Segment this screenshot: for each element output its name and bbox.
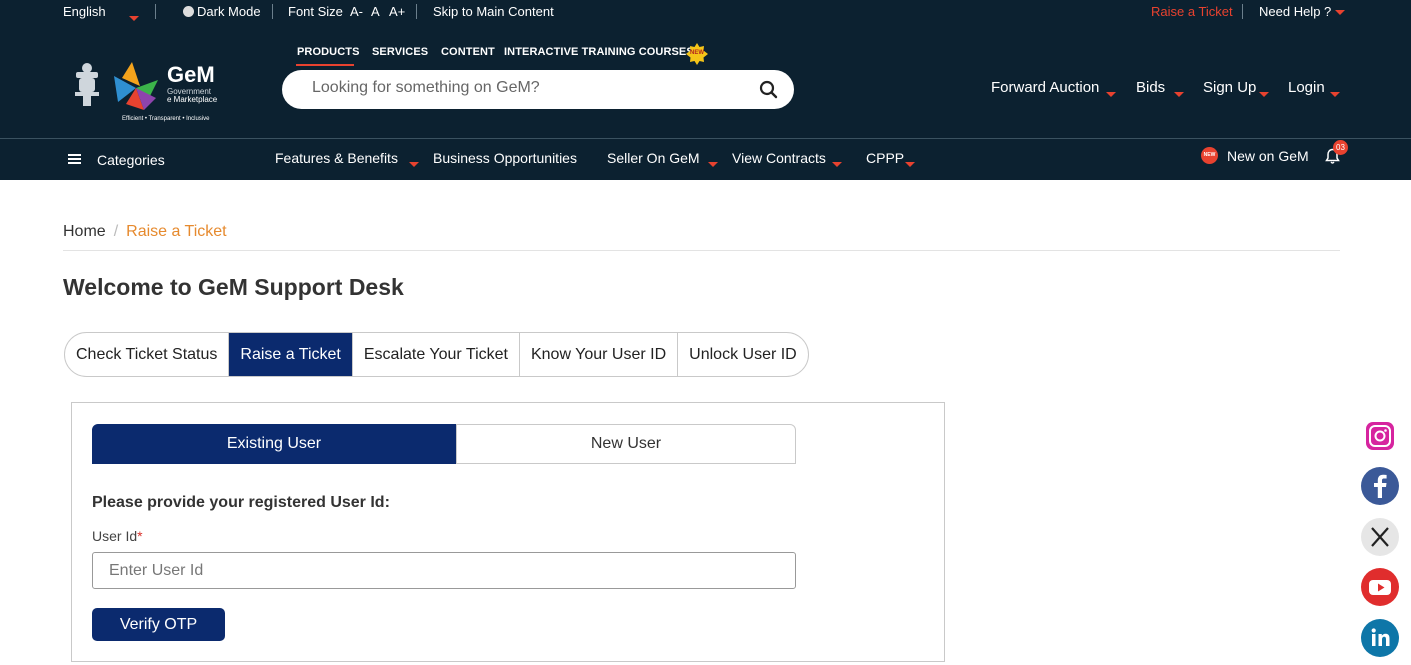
need-help-label: Need Help ? bbox=[1259, 4, 1332, 19]
user-type-tabs: Existing User New User bbox=[92, 424, 796, 464]
new-on-gem-link[interactable]: New on GeM bbox=[1227, 148, 1309, 164]
need-help-menu[interactable]: Need Help ? bbox=[1259, 4, 1345, 19]
page-title: Welcome to GeM Support Desk bbox=[63, 274, 404, 300]
new-label: NEW bbox=[690, 50, 704, 56]
form-prompt: Please provide your registered User Id: bbox=[92, 494, 390, 511]
chevron-down-icon bbox=[1330, 85, 1340, 102]
login-menu[interactable]: Login bbox=[1288, 79, 1325, 96]
tab-raise-ticket[interactable]: Raise a Ticket bbox=[229, 333, 353, 376]
nav-view-contracts[interactable]: View Contracts bbox=[732, 150, 826, 166]
raise-ticket-panel: Existing User New User Please provide yo… bbox=[71, 402, 945, 662]
nav-seller-on-gem[interactable]: Seller On GeM bbox=[607, 150, 700, 166]
bids-menu[interactable]: Bids bbox=[1136, 79, 1165, 96]
tab-new-user[interactable]: New User bbox=[456, 424, 796, 464]
font-increase-button[interactable]: A+ bbox=[389, 4, 405, 19]
chevron-down-icon bbox=[1174, 85, 1184, 102]
tab-content[interactable]: CONTENT bbox=[441, 46, 495, 58]
tab-training-courses[interactable]: INTERACTIVE TRAINING COURSES bbox=[504, 46, 694, 58]
divider bbox=[155, 4, 156, 19]
sign-up-label: Sign Up bbox=[1203, 79, 1257, 96]
dark-mode-label: Dark Mode bbox=[197, 4, 261, 19]
tab-services[interactable]: SERVICES bbox=[372, 46, 428, 58]
notification-count-badge: 03 bbox=[1333, 140, 1348, 155]
font-size-label: Font Size bbox=[288, 4, 343, 19]
support-tabs: Check Ticket Status Raise a Ticket Escal… bbox=[64, 332, 809, 377]
breadcrumb: Home / Raise a Ticket bbox=[63, 223, 227, 241]
forward-auction-label: Forward Auction bbox=[991, 79, 1100, 96]
divider bbox=[416, 4, 417, 19]
breadcrumb-separator: / bbox=[113, 223, 119, 240]
login-label: Login bbox=[1288, 79, 1325, 96]
chevron-down-icon bbox=[1334, 10, 1345, 16]
forward-auction-menu[interactable]: Forward Auction bbox=[991, 79, 1099, 96]
toggle-dot-icon bbox=[183, 6, 194, 17]
gem-logo[interactable]: GeM Government e Marketplace Efficient •… bbox=[70, 58, 230, 126]
tab-existing-user[interactable]: Existing User bbox=[92, 424, 456, 464]
tab-check-ticket-status[interactable]: Check Ticket Status bbox=[65, 333, 230, 376]
site-header: English Dark Mode Font Size A- A A+ Skip… bbox=[0, 0, 1411, 180]
dark-mode-toggle[interactable]: Dark Mode bbox=[183, 4, 261, 19]
raise-ticket-link[interactable]: Raise a Ticket bbox=[1151, 4, 1233, 19]
language-label: English bbox=[63, 4, 106, 19]
chevron-down-icon bbox=[1106, 85, 1116, 102]
language-selector[interactable]: English bbox=[63, 4, 106, 19]
tab-unlock-user-id[interactable]: Unlock User ID bbox=[678, 333, 808, 376]
logo-name: GeM bbox=[167, 62, 215, 87]
sign-up-menu[interactable]: Sign Up bbox=[1203, 79, 1256, 96]
font-normal-button[interactable]: A bbox=[371, 4, 380, 19]
logo-line2: e Marketplace bbox=[167, 95, 218, 104]
logo-tagline: Efficient • Transparent • Inclusive bbox=[122, 116, 210, 122]
required-marker: * bbox=[137, 528, 143, 544]
user-id-label-text: User Id bbox=[92, 528, 138, 544]
user-id-label: User Id* bbox=[92, 528, 143, 544]
chevron-down-icon bbox=[409, 155, 419, 171]
facebook-icon[interactable] bbox=[1361, 467, 1399, 505]
user-id-input[interactable] bbox=[92, 552, 796, 589]
nav-features-benefits[interactable]: Features & Benefits bbox=[275, 150, 398, 166]
font-decrease-button[interactable]: A- bbox=[350, 4, 363, 19]
tab-know-user-id[interactable]: Know Your User ID bbox=[520, 333, 679, 376]
tab-products[interactable]: PRODUCTS bbox=[297, 46, 360, 58]
new-starburst-icon: NEW bbox=[686, 43, 708, 65]
chevron-down-icon bbox=[905, 155, 915, 171]
main-navbar: Categories Features & Benefits Business … bbox=[0, 138, 1411, 180]
active-tab-underline bbox=[296, 64, 354, 66]
search-icon[interactable] bbox=[759, 80, 778, 99]
top-utility-bar: English Dark Mode Font Size A- A A+ Skip… bbox=[0, 0, 1411, 24]
divider bbox=[272, 4, 273, 19]
divider bbox=[63, 250, 1340, 251]
tab-escalate-ticket[interactable]: Escalate Your Ticket bbox=[353, 333, 520, 376]
chevron-down-icon bbox=[708, 155, 718, 171]
bids-label: Bids bbox=[1136, 79, 1166, 96]
instagram-icon[interactable] bbox=[1361, 417, 1399, 455]
language-chevron-icon[interactable] bbox=[129, 10, 139, 25]
breadcrumb-home[interactable]: Home bbox=[63, 223, 106, 240]
divider bbox=[1242, 4, 1243, 19]
categories-menu[interactable]: Categories bbox=[97, 152, 165, 168]
breadcrumb-current: Raise a Ticket bbox=[126, 223, 227, 240]
nav-cppp[interactable]: CPPP bbox=[866, 150, 904, 166]
search-input[interactable] bbox=[312, 79, 732, 97]
hamburger-icon[interactable] bbox=[68, 154, 81, 164]
chevron-down-icon bbox=[832, 155, 842, 171]
linkedin-icon[interactable] bbox=[1361, 619, 1399, 657]
nav-business-opportunities[interactable]: Business Opportunities bbox=[433, 150, 577, 166]
new-badge-icon: NEW bbox=[1201, 147, 1218, 164]
chevron-down-icon bbox=[1259, 85, 1269, 102]
verify-otp-button[interactable]: Verify OTP bbox=[92, 608, 225, 641]
new-badge-label: NEW bbox=[1203, 152, 1216, 158]
x-icon[interactable] bbox=[1361, 518, 1399, 556]
skip-to-main-link[interactable]: Skip to Main Content bbox=[433, 4, 554, 19]
youtube-icon[interactable] bbox=[1361, 568, 1399, 606]
search-bar bbox=[282, 70, 794, 109]
